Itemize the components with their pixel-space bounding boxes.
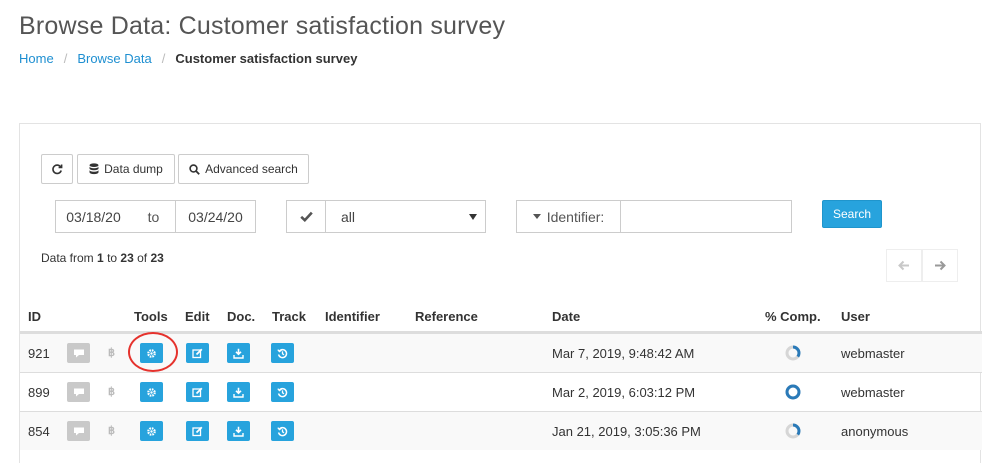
- header-id[interactable]: ID: [28, 309, 41, 324]
- download-icon: [233, 348, 244, 359]
- row-date: Jan 21, 2019, 3:05:36 PM: [552, 424, 701, 439]
- refresh-button[interactable]: [41, 154, 73, 184]
- row-user: anonymous: [841, 424, 909, 439]
- breadcrumb-home[interactable]: Home: [19, 51, 54, 66]
- database-icon: [89, 163, 99, 175]
- caret-down-icon: [469, 213, 477, 220]
- identifier-label: Identifier:: [546, 208, 605, 225]
- previous-page-button[interactable]: [886, 249, 922, 282]
- header-track: Track: [272, 309, 306, 324]
- refresh-icon: [51, 163, 63, 175]
- header-identifier[interactable]: Identifier: [325, 309, 380, 324]
- track-button[interactable]: [271, 343, 294, 363]
- tools-button[interactable]: [140, 382, 163, 402]
- bitcoin-icon: ฿: [108, 386, 115, 398]
- advanced-search-button[interactable]: Advanced search: [178, 154, 309, 184]
- gear-icon: [146, 426, 157, 437]
- search-icon: [189, 163, 200, 175]
- completion-donut-icon: [784, 344, 802, 365]
- bitcoin-icon: ฿: [108, 347, 115, 359]
- table-row: 921 ฿ Mar 7, 2019, 9:48:42 AM webmaster: [20, 333, 982, 372]
- completion-donut-icon: [784, 383, 802, 404]
- row-date: Mar 7, 2019, 9:48:42 AM: [552, 346, 695, 361]
- row-date: Mar 2, 2019, 6:03:12 PM: [552, 385, 696, 400]
- caret-down-icon: [532, 214, 541, 219]
- search-button[interactable]: Search: [822, 200, 882, 228]
- header-date[interactable]: Date: [552, 309, 580, 324]
- track-button[interactable]: [271, 382, 294, 402]
- edit-button[interactable]: [186, 382, 209, 402]
- row-id: 899: [28, 385, 50, 400]
- comment-icon: [73, 348, 85, 358]
- breadcrumb-separator: /: [161, 51, 166, 66]
- history-icon: [277, 426, 288, 437]
- header-edit: Edit: [185, 309, 210, 324]
- download-icon: [233, 387, 244, 398]
- results-info: Data from 1 to 23 of 23: [41, 251, 164, 265]
- status-select[interactable]: all: [325, 200, 486, 233]
- date-range-separator: to: [131, 200, 176, 233]
- arrow-left-icon: [898, 260, 910, 271]
- results-table: ID Tools Edit Doc. Track Identifier Refe…: [20, 299, 982, 450]
- identifier-dropdown[interactable]: Identifier:: [516, 200, 621, 233]
- page-title: Browse Data: Customer satisfaction surve…: [19, 12, 506, 40]
- row-id: 854: [28, 424, 50, 439]
- header-tools: Tools: [134, 309, 168, 324]
- comments-button[interactable]: [67, 382, 90, 402]
- bitcoin-icon: ฿: [108, 425, 115, 437]
- comment-icon: [73, 387, 85, 397]
- download-icon: [233, 426, 244, 437]
- track-button[interactable]: [271, 421, 294, 441]
- date-to-input[interactable]: 03/24/20: [175, 200, 256, 233]
- row-user: webmaster: [841, 385, 905, 400]
- data-panel: Data dump Advanced search 03/18/20 to 03…: [19, 123, 982, 463]
- header-doc: Doc.: [227, 309, 256, 324]
- check-icon: [299, 211, 313, 222]
- edit-button[interactable]: [186, 343, 209, 363]
- document-download-button[interactable]: [227, 382, 250, 402]
- arrow-right-icon: [934, 260, 946, 271]
- identifier-input[interactable]: [620, 200, 792, 233]
- completion-donut-icon: [784, 422, 802, 443]
- comment-icon: [73, 426, 85, 436]
- comments-button[interactable]: [67, 421, 90, 441]
- gear-icon: [146, 348, 157, 359]
- tools-button[interactable]: [140, 421, 163, 441]
- document-download-button[interactable]: [227, 343, 250, 363]
- table-header: ID Tools Edit Doc. Track Identifier Refe…: [20, 299, 982, 333]
- table-row: 854 ฿ Jan 21, 2019, 3:05:36 PM anonymous: [20, 411, 982, 450]
- table-body: 921 ฿ Mar 7, 2019, 9:48:42 AM webmaster 899 ฿…: [20, 333, 982, 450]
- table-row: 899 ฿ Mar 2, 2019, 6:03:12 PM webmaster: [20, 372, 982, 411]
- edit-button[interactable]: [186, 421, 209, 441]
- breadcrumb-current: Customer satisfaction survey: [175, 51, 358, 66]
- document-download-button[interactable]: [227, 421, 250, 441]
- gear-icon: [146, 387, 157, 398]
- comments-button[interactable]: [67, 343, 90, 363]
- status-check-addon: [286, 200, 326, 233]
- breadcrumb: Home / Browse Data / Customer satisfacti…: [19, 51, 357, 66]
- header-user[interactable]: User: [841, 309, 870, 324]
- data-dump-button[interactable]: Data dump: [77, 154, 175, 184]
- history-icon: [277, 387, 288, 398]
- header-reference[interactable]: Reference: [415, 309, 478, 324]
- advanced-search-label: Advanced search: [205, 162, 298, 176]
- breadcrumb-browse-data[interactable]: Browse Data: [77, 51, 151, 66]
- edit-icon: [192, 348, 203, 359]
- history-icon: [277, 348, 288, 359]
- data-dump-label: Data dump: [104, 162, 163, 176]
- next-page-button[interactable]: [922, 249, 958, 282]
- edit-icon: [192, 426, 203, 437]
- status-select-value: all: [341, 208, 356, 225]
- breadcrumb-separator: /: [63, 51, 68, 66]
- edit-icon: [192, 387, 203, 398]
- row-user: webmaster: [841, 346, 905, 361]
- tools-button[interactable]: [140, 343, 163, 363]
- header-completion[interactable]: % Comp.: [765, 309, 821, 324]
- date-from-input[interactable]: 03/18/20: [55, 200, 132, 233]
- row-id: 921: [28, 346, 50, 361]
